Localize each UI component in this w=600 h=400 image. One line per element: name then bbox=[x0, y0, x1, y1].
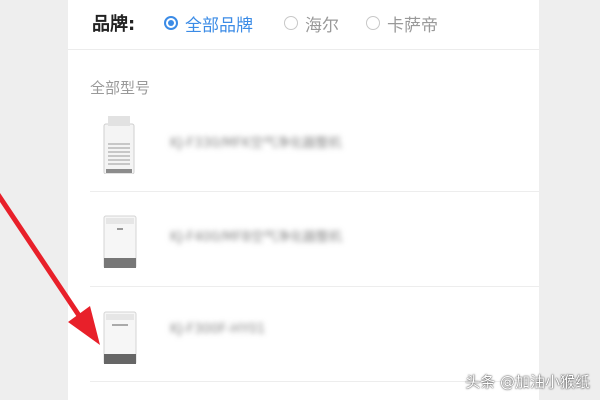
watermark: 头条 @加油小猴纸 bbox=[465, 373, 590, 391]
red-arrow-annotation bbox=[0, 192, 100, 345]
